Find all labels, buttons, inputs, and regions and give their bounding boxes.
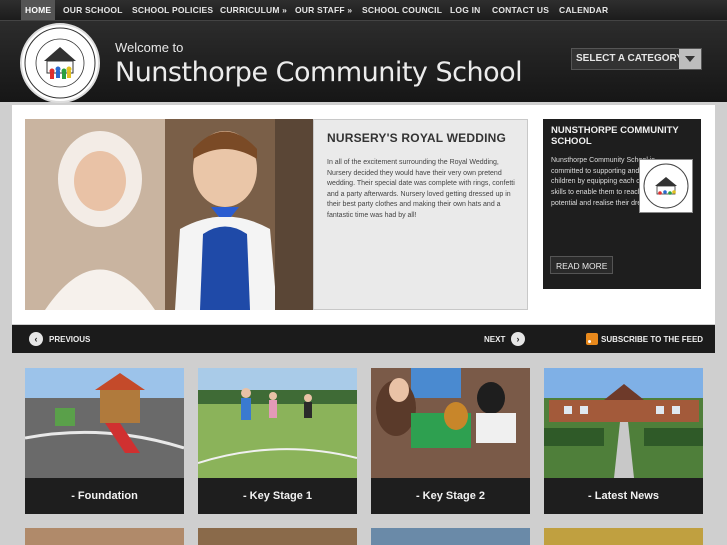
tile-key-stage-2[interactable]: - Key Stage 2 — [371, 368, 530, 514]
about-school-title: NUNSTHORPE COMMUNITY SCHOOL — [551, 125, 679, 147]
playground-illustration — [24, 368, 185, 478]
classroom-illustration — [371, 368, 530, 478]
field-illustration — [197, 368, 358, 478]
next-button[interactable]: NEXT — [484, 335, 505, 344]
tile-foundation-image[interactable] — [24, 368, 185, 478]
tile-key-stage-1[interactable]: - Key Stage 1 — [197, 368, 358, 514]
tile-key-stage-1-image[interactable] — [197, 368, 358, 478]
about-school-logo — [639, 159, 693, 213]
tile-row2-image-4[interactable] — [544, 528, 703, 545]
previous-button[interactable]: PREVIOUS — [49, 335, 90, 344]
top-navigation: HOME OUR SCHOOL SCHOOL POLICIES CURRICUL… — [0, 0, 727, 21]
tile-key-stage-1-caption[interactable]: - Key Stage 1 — [198, 478, 357, 514]
nav-item-school-council[interactable]: SCHOOL COUNCIL — [362, 0, 442, 20]
nav-item-calendar[interactable]: CALENDAR — [559, 0, 608, 20]
nav-item-curriculum[interactable]: CURRICULUM » — [220, 0, 287, 20]
school-logo[interactable] — [20, 23, 100, 103]
tile-row2-image-3[interactable] — [371, 528, 530, 545]
tile-row2-image-2[interactable] — [198, 528, 357, 545]
featured-story-photo[interactable] — [25, 119, 313, 310]
subscribe-feed-link[interactable]: SUBSCRIBE TO THE FEED — [601, 335, 703, 344]
tile-foundation[interactable]: - Foundation — [24, 368, 185, 514]
nav-item-log-in[interactable]: LOG IN — [450, 0, 480, 20]
welcome-text: Welcome to — [115, 40, 184, 55]
featured-photo-illustration — [25, 119, 313, 310]
read-more-button[interactable]: READ MORE — [550, 256, 614, 274]
school-building-illustration — [544, 368, 703, 478]
about-school-logo-graphic — [643, 163, 689, 209]
category-select-label: SELECT A CATEGORY — [576, 53, 684, 64]
next-arrow-icon[interactable]: › — [511, 332, 525, 346]
nav-item-school-policies[interactable]: SCHOOL POLICIES — [132, 0, 213, 20]
tile-latest-news[interactable]: - Latest News — [544, 368, 703, 514]
featured-story-body: In all of the excitement surrounding the… — [327, 159, 515, 219]
tile-foundation-caption[interactable]: - Foundation — [25, 478, 184, 514]
nav-item-our-school[interactable]: OUR SCHOOL — [63, 0, 123, 20]
category-select[interactable]: SELECT A CATEGORY — [571, 48, 702, 70]
tile-latest-news-image[interactable] — [544, 368, 703, 478]
tile-key-stage-2-caption[interactable]: - Key Stage 2 — [371, 478, 530, 514]
nav-item-home[interactable]: HOME — [21, 0, 56, 20]
previous-arrow-icon[interactable]: ‹ — [29, 332, 43, 346]
nav-item-our-staff[interactable]: OUR STAFF » — [295, 0, 352, 20]
tile-latest-news-caption[interactable]: - Latest News — [544, 478, 703, 514]
chevron-down-icon[interactable] — [679, 49, 701, 69]
nav-item-contact-us[interactable]: CONTACT US — [492, 0, 549, 20]
tile-row2-image-1[interactable] — [25, 528, 184, 545]
school-logo-graphic — [24, 27, 96, 99]
rss-icon[interactable] — [586, 333, 598, 345]
site-title[interactable]: Nunsthorpe Community School — [115, 57, 523, 88]
featured-story-title[interactable]: NURSERY'S ROYAL WEDDING — [327, 131, 506, 145]
tile-key-stage-2-image[interactable] — [371, 368, 530, 478]
